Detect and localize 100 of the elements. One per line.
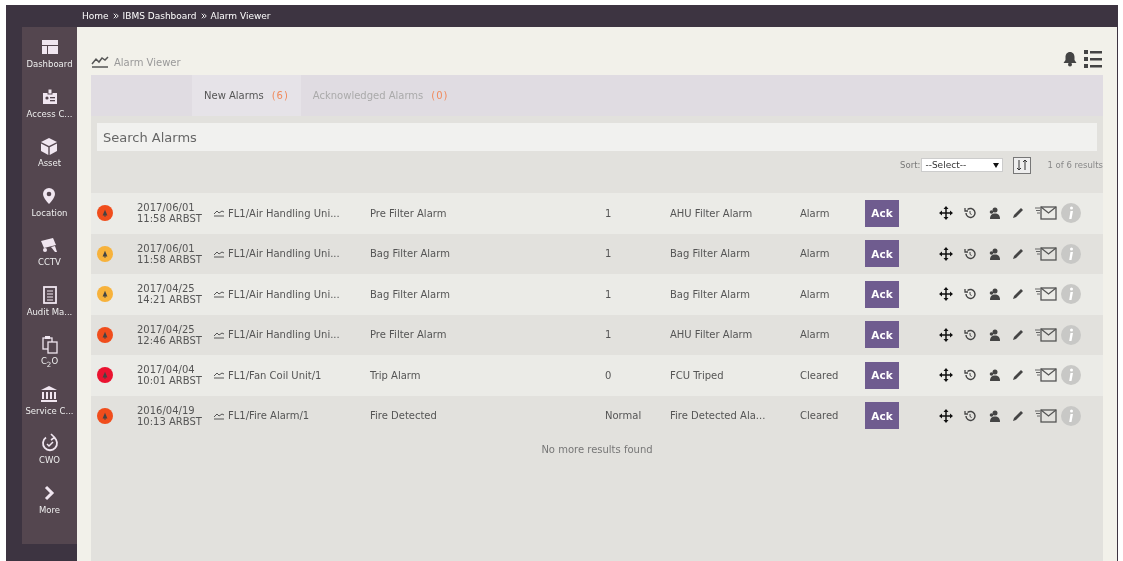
point-link[interactable]: FL1/Air Handling Uni... [228, 288, 340, 300]
sidebar-item[interactable]: CCTV [38, 235, 61, 285]
alarm-state: Alarm [800, 248, 831, 260]
security-camera-icon [39, 235, 60, 255]
alarm-state: Alarm [800, 288, 831, 300]
tab[interactable]: New Alarms (6) [192, 75, 301, 116]
history-icon[interactable] [963, 408, 977, 423]
list-menu-icon[interactable] [1083, 49, 1103, 69]
move-arrows-icon[interactable] [939, 246, 953, 261]
person-icon[interactable] [987, 246, 1001, 261]
move-arrows-icon[interactable] [939, 327, 953, 342]
clipboards-icon [39, 334, 60, 354]
person-icon[interactable] [987, 408, 1001, 423]
line-chart-icon [213, 330, 225, 339]
sidebar-item[interactable]: Service C... [25, 383, 74, 433]
breadcrumb-link[interactable]: Home [82, 11, 109, 21]
pencil-icon[interactable] [1011, 206, 1025, 221]
circular-arrow-icon [39, 433, 60, 453]
alarm-date: 2017/06/01 [137, 202, 196, 214]
caret-icon [993, 162, 1000, 168]
cube-icon [39, 136, 60, 156]
alarm-time: 10:13 ARBST [137, 415, 203, 427]
point-link[interactable]: FL1/Fan Coil Unit/1 [228, 369, 322, 381]
line-chart-icon [213, 209, 225, 218]
line-chart-icon [213, 290, 225, 299]
sidebar-item[interactable]: CWO [39, 433, 60, 483]
alarm-description: FCU Triped [670, 369, 725, 381]
alarm-time: 12:46 ARBST [137, 334, 203, 346]
alarm-date: 2017/04/04 [137, 364, 196, 376]
alarm-date: 2017/04/25 [137, 323, 196, 335]
alarm-description: AHU Filter Alarm [670, 207, 754, 219]
point-link[interactable]: FL1/Fire Alarm/1 [228, 410, 310, 422]
point-link[interactable]: FL1/Air Handling Uni... [228, 248, 340, 260]
page-title: Alarm Viewer [114, 56, 181, 68]
alarm-date: 2017/06/01 [137, 242, 196, 254]
alarm-value: 1 [605, 288, 613, 300]
sort-order-button[interactable] [1013, 156, 1032, 174]
person-icon[interactable] [987, 206, 1001, 221]
pencil-icon[interactable] [1011, 246, 1025, 261]
sort-arrows-icon [1016, 159, 1029, 171]
email-icon[interactable] [1035, 206, 1057, 221]
alarm-value: Normal [605, 410, 643, 422]
ack-button[interactable]: Ack [865, 240, 899, 268]
bank-building-icon [39, 383, 60, 404]
alarm-time: 14:21 ARBST [137, 294, 203, 306]
ack-button[interactable]: Ack [865, 280, 899, 308]
ack-button[interactable]: Ack [865, 361, 899, 389]
alarm-value: 1 [605, 248, 613, 260]
move-arrows-icon[interactable] [939, 408, 953, 423]
email-icon[interactable] [1035, 327, 1057, 342]
pencil-icon[interactable] [1011, 327, 1025, 342]
email-icon[interactable] [1035, 287, 1057, 302]
email-icon[interactable] [1035, 368, 1057, 383]
alarm-value: 0 [605, 369, 613, 381]
move-arrows-icon[interactable] [939, 206, 953, 221]
history-icon[interactable] [963, 287, 977, 302]
move-arrows-icon[interactable] [939, 287, 953, 302]
pencil-icon[interactable] [1011, 287, 1025, 302]
history-icon[interactable] [963, 368, 977, 383]
breadcrumb-link[interactable]: Alarm Viewer [210, 11, 271, 21]
point-link[interactable]: FL1/Air Handling Uni... [228, 207, 340, 219]
sidebar-item[interactable]: C$_{2}$O [39, 334, 60, 384]
sidebar-item[interactable]: Access C... [26, 86, 73, 136]
move-arrows-icon[interactable] [939, 368, 953, 383]
breadcrumb-separator-icon [112, 13, 119, 19]
sidebar-item[interactable]: Asset [37, 136, 62, 186]
alarm-state: Cleared [800, 410, 840, 422]
alarm-name: Trip Alarm [370, 369, 422, 381]
alarm-name: Pre Filter Alarm [370, 207, 448, 219]
point-link[interactable]: FL1/Air Handling Uni... [228, 329, 340, 341]
history-icon[interactable] [963, 246, 977, 261]
person-icon[interactable] [987, 368, 1001, 383]
sidebar-item[interactable]: Dashboard [26, 37, 73, 87]
ack-button[interactable]: Ack [865, 402, 899, 430]
sidebar-item[interactable]: Audit Ma... [26, 284, 73, 334]
person-icon[interactable] [987, 287, 1001, 302]
line-chart-icon [91, 56, 109, 68]
sidebar-item[interactable]: Location [31, 185, 68, 235]
alarm-name: Bag Filter Alarm [370, 248, 451, 260]
line-chart-icon [213, 411, 225, 420]
ack-button[interactable]: Ack [865, 321, 899, 349]
alarm-value: 1 [605, 329, 613, 341]
person-icon[interactable] [987, 327, 1001, 342]
breadcrumb-link[interactable]: IBMS Dashboard [122, 11, 197, 21]
search-field[interactable]: Search Alarms [97, 123, 1097, 151]
alarm-time: 11:58 ARBST [137, 213, 203, 225]
line-chart-icon [213, 371, 225, 380]
email-icon[interactable] [1035, 408, 1057, 423]
ack-button[interactable]: Ack [865, 199, 899, 227]
history-icon[interactable] [963, 206, 977, 221]
alarm-date: 2016/04/19 [137, 404, 196, 416]
pencil-icon[interactable] [1011, 408, 1025, 423]
sidebar-item[interactable]: More [38, 482, 61, 532]
sort-dropdown[interactable]: --Select-- [921, 158, 1004, 172]
alarm-date: 2017/04/25 [137, 283, 196, 295]
alarm-description: Bag Filter Alarm [670, 288, 751, 300]
email-icon[interactable] [1035, 246, 1057, 261]
pencil-icon[interactable] [1011, 368, 1025, 383]
history-icon[interactable] [963, 327, 977, 342]
results-count: 1 of 6 results [1047, 160, 1103, 170]
